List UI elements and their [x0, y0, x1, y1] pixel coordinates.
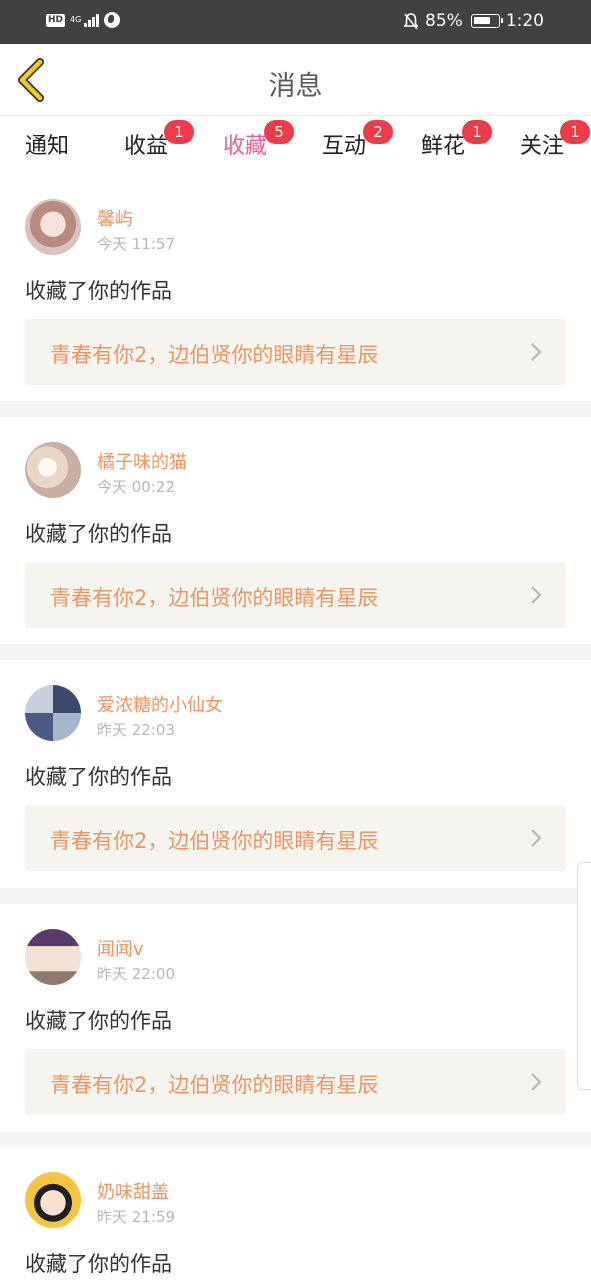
work-title: 青春有你2，边伯贤你的眼睛有星辰 — [50, 586, 379, 610]
divider — [0, 888, 591, 904]
tab-badge: 5 — [264, 120, 294, 144]
avatar[interactable] — [25, 442, 81, 498]
tab-badge: 1 — [462, 120, 492, 144]
action-text: 收藏了你的作品 — [25, 279, 172, 303]
network-label: 4G — [70, 15, 82, 24]
work-link[interactable]: 青春有你2，边伯贤你的眼睛有星辰 — [25, 1049, 566, 1115]
work-title: 青春有你2，边伯贤你的眼睛有星辰 — [50, 829, 379, 853]
chevron-right-icon — [531, 1073, 542, 1091]
status-left: HD 4G — [46, 12, 121, 28]
tab-badge: 1 — [164, 120, 194, 144]
tab-earnings[interactable]: 收益 1 — [116, 120, 194, 160]
username[interactable]: 馨屿 — [97, 205, 133, 231]
work-link[interactable]: 青春有你2，边伯贤你的眼睛有星辰 — [25, 805, 566, 871]
action-text: 收藏了你的作品 — [25, 765, 172, 789]
work-link[interactable]: 青春有你2，边伯贤你的眼睛有星辰 — [25, 319, 566, 385]
timestamp: 今天 11:57 — [97, 235, 175, 253]
battery-percent: 85% — [425, 11, 463, 31]
tab-label: 通知 — [24, 134, 69, 159]
work-title: 青春有你2，边伯贤你的眼睛有星辰 — [50, 1073, 379, 1097]
timestamp: 今天 00:22 — [97, 478, 175, 496]
divider — [0, 401, 591, 417]
work-title: 青春有你2，边伯贤你的眼睛有星辰 — [50, 343, 379, 367]
list-item: 爱浓糖的小仙女 昨天 22:03 收藏了你的作品 青春有你2，边伯贤你的眼睛有星… — [0, 660, 591, 888]
list-item: 奶味甜盖 昨天 21:59 收藏了你的作品 — [0, 1147, 591, 1280]
tab-badge: 2 — [363, 120, 393, 144]
status-bar: HD 4G 85% 1:20 — [0, 0, 591, 44]
timestamp: 昨天 22:00 — [97, 965, 175, 983]
status-right: 85% 1:20 — [403, 11, 544, 31]
tab-follow[interactable]: 关注 1 — [512, 120, 590, 160]
tab-bar: 通知 收益 1 收藏 5 互动 2 鲜花 1 关注 1 — [0, 116, 591, 175]
tab-label: 收益 — [123, 134, 168, 159]
chevron-right-icon — [531, 343, 542, 361]
tab-interaction[interactable]: 互动 2 — [314, 120, 393, 160]
hd-icon: HD — [46, 13, 66, 27]
username[interactable]: 闻闻v — [97, 935, 144, 961]
timestamp: 昨天 21:59 — [97, 1208, 175, 1226]
page-title: 消息 — [268, 71, 323, 102]
signal-icon — [84, 13, 100, 27]
timestamp: 昨天 22:03 — [97, 721, 175, 739]
tab-label: 关注 — [519, 134, 564, 159]
chevron-right-icon — [531, 829, 542, 847]
divider — [0, 644, 591, 660]
action-text: 收藏了你的作品 — [25, 522, 172, 546]
chevron-right-icon — [531, 586, 542, 604]
avatar[interactable] — [25, 199, 81, 255]
nav-bar: 消息 — [0, 44, 591, 116]
username[interactable]: 奶味甜盖 — [97, 1178, 169, 1204]
avatar[interactable] — [25, 929, 81, 985]
tab-label: 互动 — [321, 134, 366, 159]
action-text: 收藏了你的作品 — [25, 1252, 172, 1276]
tab-notice[interactable]: 通知 — [17, 128, 77, 160]
side-drawer-handle[interactable] — [577, 862, 591, 1090]
divider — [0, 1131, 591, 1147]
action-text: 收藏了你的作品 — [25, 1009, 172, 1033]
avatar[interactable] — [25, 685, 81, 741]
username[interactable]: 爱浓糖的小仙女 — [97, 691, 223, 717]
list-item: 馨屿 今天 11:57 收藏了你的作品 青春有你2，边伯贤你的眼睛有星辰 — [0, 172, 591, 401]
tab-flowers[interactable]: 鲜花 1 — [413, 120, 492, 160]
work-link[interactable]: 青春有你2，边伯贤你的眼睛有星辰 — [25, 562, 566, 628]
avatar[interactable] — [25, 1172, 81, 1228]
list-item: 橘子味的猫 今天 00:22 收藏了你的作品 青春有你2，边伯贤你的眼睛有星辰 — [0, 417, 591, 644]
list-item: 闻闻v 昨天 22:00 收藏了你的作品 青春有你2，边伯贤你的眼睛有星辰 — [0, 904, 591, 1131]
tab-label: 鲜花 — [420, 134, 465, 159]
tab-badge: 1 — [560, 120, 590, 144]
username[interactable]: 橘子味的猫 — [97, 448, 187, 474]
tab-favorites[interactable]: 收藏 5 — [215, 120, 294, 175]
mute-bell-icon — [403, 12, 419, 30]
battery-icon — [470, 14, 503, 28]
clock: 1:20 — [505, 11, 544, 31]
tab-label: 收藏 — [222, 134, 267, 159]
globe-icon — [104, 12, 121, 28]
